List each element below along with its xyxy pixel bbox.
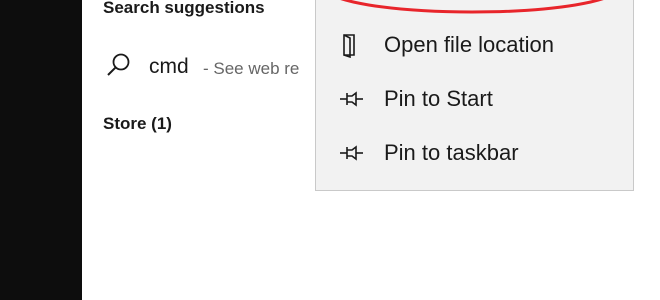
pin-to-start-label: Pin to Start xyxy=(384,86,493,111)
pin-icon xyxy=(338,86,364,112)
pin-to-taskbar-menu-item[interactable]: Pin to taskbar xyxy=(316,128,633,178)
search-icon xyxy=(104,50,134,80)
open-file-location-menu-item[interactable]: Open file location xyxy=(316,20,633,70)
start-search-screen: Search suggestions cmd - See web re Stor… xyxy=(0,0,660,300)
store-heading: Store (1) xyxy=(103,114,172,133)
pin-icon xyxy=(338,140,364,166)
pin-to-taskbar-label: Pin to taskbar xyxy=(384,140,519,165)
pin-to-start-menu-item[interactable]: Pin to Start xyxy=(316,74,633,124)
suggestion-term: cmd xyxy=(149,55,189,78)
start-menu-left-rail xyxy=(0,0,82,300)
search-suggestion-item[interactable]: cmd - See web re xyxy=(82,44,322,90)
suggestion-hint: - See web re xyxy=(203,59,300,78)
context-menu: Open file location Pin to Start Pin to t… xyxy=(315,0,634,191)
search-suggestions-heading: Search suggestions xyxy=(103,0,265,17)
open-file-location-label: Open file location xyxy=(384,32,554,57)
folder-location-icon xyxy=(338,32,364,59)
